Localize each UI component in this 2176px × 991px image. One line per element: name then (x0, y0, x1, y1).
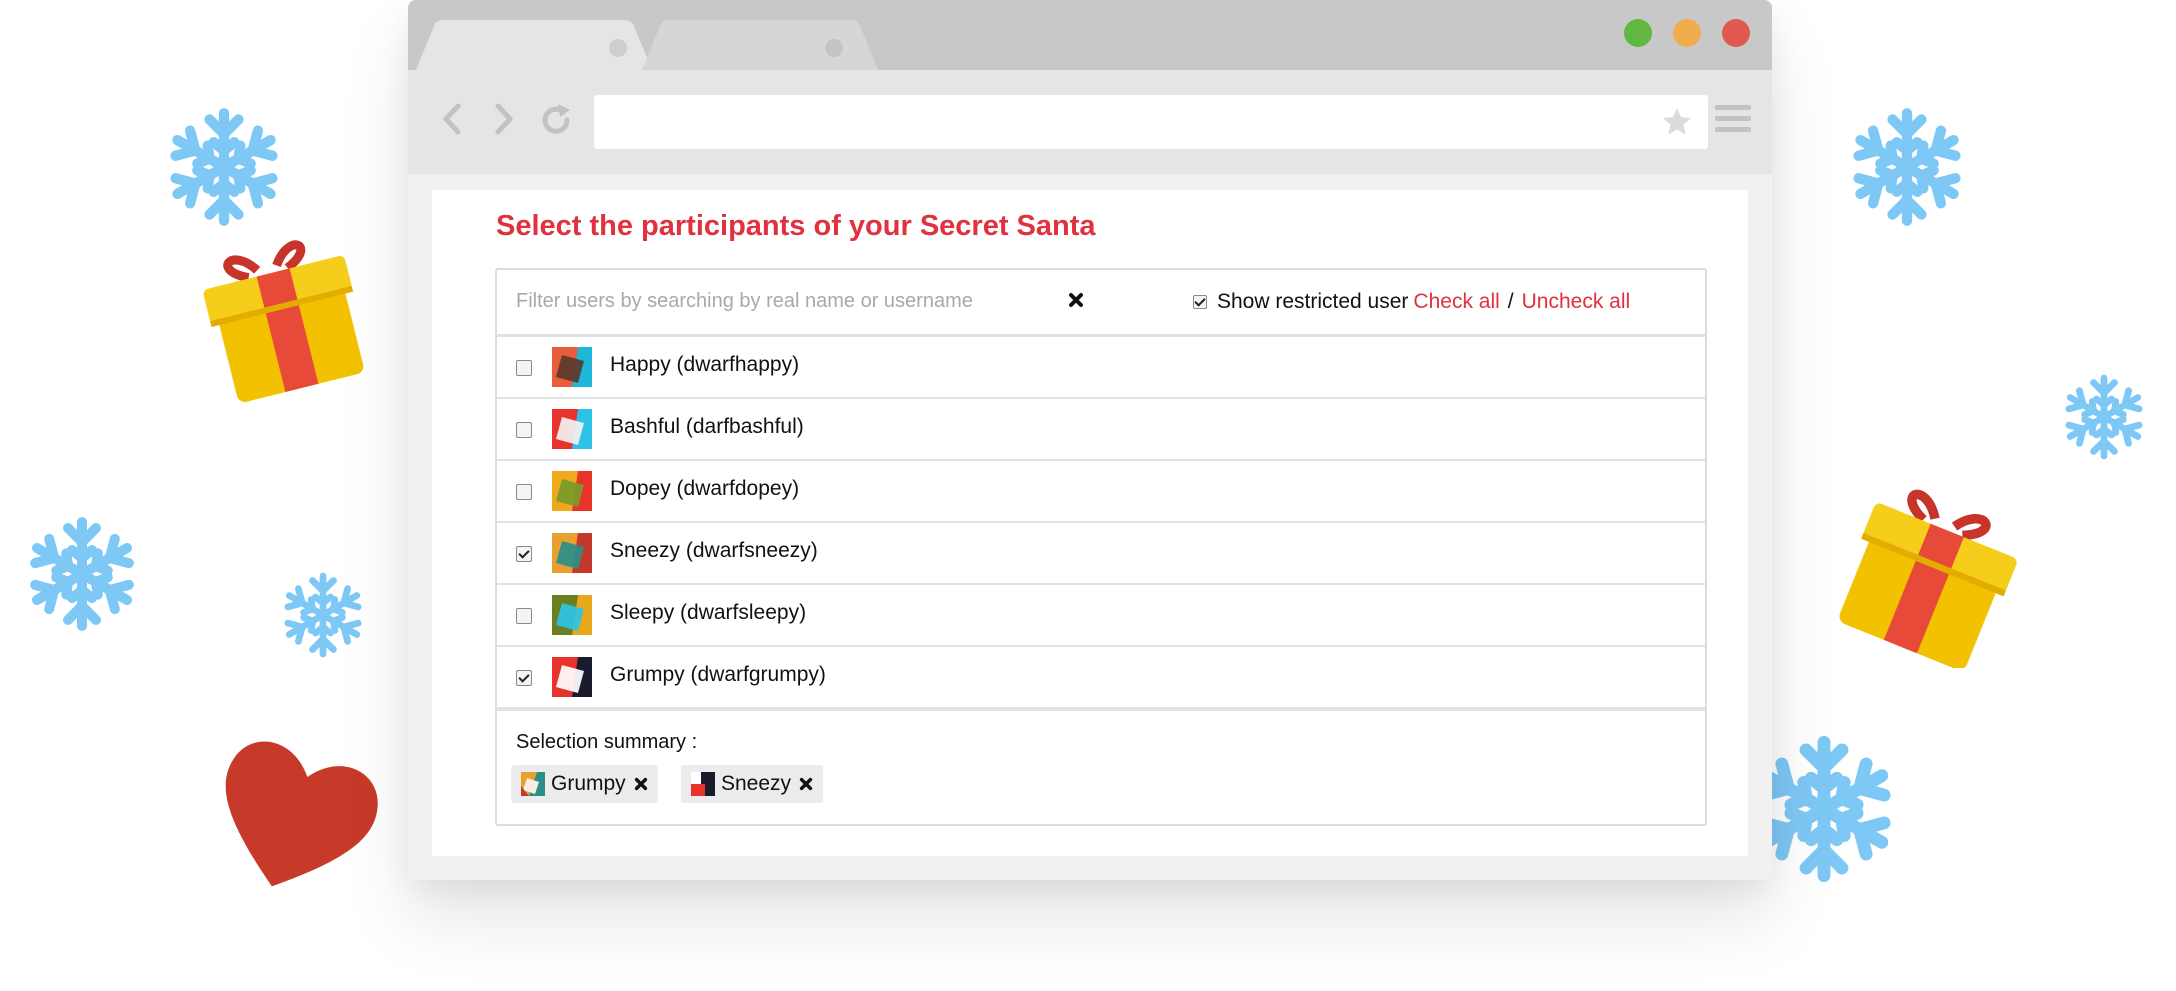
forward-icon[interactable] (492, 102, 514, 136)
selection-summary-title: Selection summary : (516, 731, 698, 753)
window-zoom-button[interactable] (1673, 19, 1701, 47)
participant-checkbox[interactable] (516, 484, 532, 500)
hamburger-menu-icon[interactable] (1715, 102, 1751, 136)
browser-window: Select the participants of your Secret S… (408, 0, 1772, 880)
window-close-button[interactable] (1722, 19, 1750, 47)
selected-chip-label: Sneezy (721, 772, 792, 795)
heart-icon (225, 741, 378, 887)
browser-tab-inactive[interactable] (642, 20, 882, 70)
snowflake-icon (162, 108, 286, 229)
participant-checkbox[interactable] (516, 546, 532, 562)
participant-label: Sneezy (dwarfsneezy) (610, 539, 818, 562)
filter-input[interactable] (516, 284, 1036, 318)
avatar (521, 772, 545, 796)
close-icon[interactable] (799, 777, 813, 791)
avatar (552, 533, 592, 573)
browser-titlebar (408, 0, 1772, 70)
participant-checkbox[interactable] (516, 360, 532, 376)
participant-checkbox[interactable] (516, 670, 532, 686)
list-item[interactable]: Bashful (darfbashful) (497, 399, 1705, 461)
snowflake-icon (2054, 372, 2154, 462)
check-all-link[interactable]: Check all (1413, 290, 1499, 314)
gift-icon (203, 240, 364, 402)
gift-icon (1839, 489, 2017, 668)
list-item[interactable]: Grumpy (dwarfgrumpy) (497, 647, 1705, 709)
participant-picker: Show restricted user Check all / Uncheck… (495, 268, 1707, 826)
page-title: Select the participants of your Secret S… (496, 210, 1096, 242)
list-item[interactable]: Sneezy (dwarfsneezy) (497, 523, 1705, 585)
snowflake-icon (1845, 105, 1969, 229)
snowflake-icon (22, 512, 142, 636)
address-bar[interactable] (594, 95, 1708, 149)
participant-label: Bashful (darfbashful) (610, 415, 804, 438)
show-restricted-checkbox[interactable] (1193, 295, 1207, 309)
reload-icon[interactable] (538, 102, 574, 138)
snowflake-icon (274, 570, 372, 660)
participant-label: Dopey (dwarfdopey) (610, 477, 800, 500)
uncheck-all-link[interactable]: Uncheck all (1522, 290, 1631, 314)
window-minimize-button[interactable] (1624, 19, 1652, 47)
avatar (552, 347, 592, 387)
close-icon[interactable] (634, 777, 648, 791)
selection-summary: Selection summary : Grumpy Sneezy (497, 708, 1705, 825)
participant-label: Happy (dwarfhappy) (610, 353, 800, 376)
participant-checkbox[interactable] (516, 608, 532, 624)
bookmark-star-icon[interactable] (1660, 105, 1694, 139)
avatar (552, 595, 592, 635)
selected-chip-label: Grumpy (551, 772, 626, 795)
avatar (552, 657, 592, 697)
browser-toolbar (408, 70, 1772, 174)
filter-bar: Show restricted user Check all / Uncheck… (497, 270, 1705, 337)
avatar (552, 409, 592, 449)
selected-chip: Grumpy (511, 765, 658, 803)
selected-chip: Sneezy (681, 765, 824, 803)
list-item[interactable]: Dopey (dwarfdopey) (497, 461, 1705, 523)
participant-checkbox[interactable] (516, 422, 532, 438)
browser-tab-active[interactable] (416, 20, 656, 70)
show-restricted-toggle: Show restricted user Check all / Uncheck… (1193, 287, 1630, 317)
list-item[interactable]: Happy (dwarfhappy) (497, 337, 1705, 399)
clear-filter-icon[interactable] (1068, 292, 1084, 308)
participant-label: Sleepy (dwarfsleepy) (610, 601, 807, 624)
avatar (552, 471, 592, 511)
link-separator: / (1507, 290, 1514, 313)
back-icon[interactable] (442, 102, 464, 136)
page-content: Select the participants of your Secret S… (432, 190, 1748, 856)
list-item[interactable]: Sleepy (dwarfsleepy) (497, 585, 1705, 647)
participant-label: Grumpy (dwarfgrumpy) (610, 663, 826, 686)
show-restricted-label: Show restricted user (1217, 290, 1409, 313)
avatar (691, 772, 715, 796)
